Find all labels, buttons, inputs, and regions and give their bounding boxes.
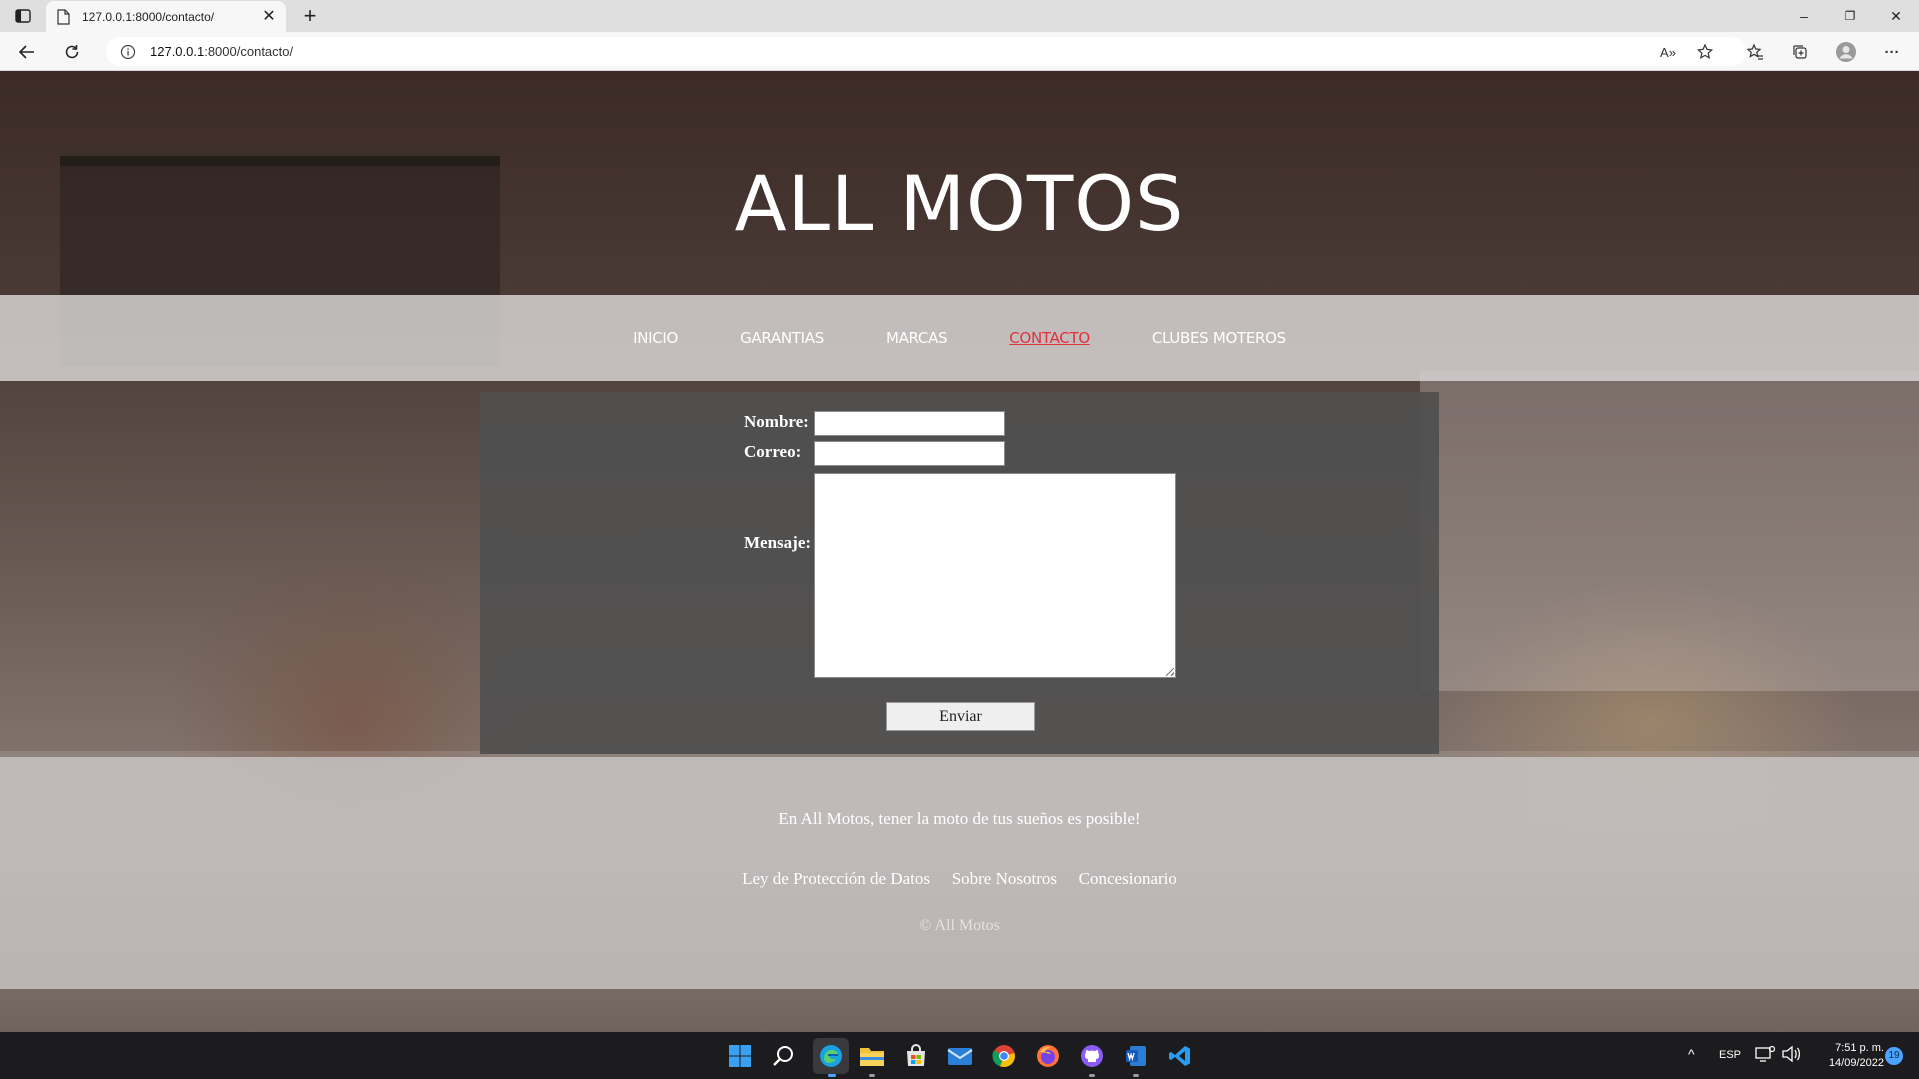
taskbar: ^ ESP 7:51 p. m. 14/09/2022 19 [0,1032,1919,1079]
message-textarea[interactable] [814,473,1176,678]
link-concesionario[interactable]: Concesionario [1079,869,1177,888]
footer-links: Ley de Protección de Datos · Sobre Nosotro… [0,869,1919,889]
footer-slogan: En All Motos, tener la moto de tus sueño… [778,809,1141,828]
clock-date[interactable]: 14/09/2022 [1808,1057,1884,1069]
email-input[interactable] [814,441,1005,466]
contact-form: Nombre: Correo: Mensaje: Enviar [480,392,1439,754]
profile-icon[interactable] [1834,40,1858,64]
start-icon[interactable] [725,1041,755,1071]
browser-tab-bar: 127.0.0.1:8000/contacto/ ✕ + – ❐ ✕ [0,0,1919,32]
search-icon[interactable] [769,1041,799,1071]
store-icon[interactable] [901,1041,931,1071]
edge-icon[interactable] [813,1038,849,1077]
github-desktop-icon[interactable] [1077,1041,1107,1077]
nav-marcas[interactable]: MARCAS [886,329,948,347]
sidebar-icon[interactable] [14,7,32,25]
nav-garantias[interactable]: GARANTIAS [740,329,824,347]
running-indicator [1133,1074,1139,1077]
vscode-icon[interactable] [1165,1041,1195,1071]
volume-icon[interactable] [1780,1042,1802,1066]
close-window-button[interactable]: ✕ [1873,0,1919,32]
active-indicator [828,1074,836,1077]
link-sobre-nosotros[interactable]: Sobre Nosotros [952,869,1057,888]
page-icon [56,8,70,25]
link-separator: · [1065,869,1071,888]
name-input[interactable] [814,411,1005,436]
nav-inicio[interactable]: INICIO [633,329,678,347]
link-proteccion-datos[interactable]: Ley de Protección de Datos [742,869,930,888]
submit-button[interactable]: Enviar [886,702,1035,731]
collections-icon[interactable] [1788,40,1812,64]
read-aloud-icon[interactable]: A» [1656,40,1680,64]
site-header: ALL MOTOS [0,71,1919,295]
new-tab-button[interactable]: + [296,3,324,29]
info-icon[interactable] [120,44,136,60]
mail-icon[interactable] [945,1041,975,1071]
language-indicator[interactable]: ESP [1719,1049,1741,1061]
link-separator: · [938,869,944,888]
file-explorer-icon[interactable] [857,1041,887,1077]
add-favorite-icon[interactable] [1693,40,1717,64]
minimize-button[interactable]: – [1781,0,1827,32]
chrome-icon[interactable] [989,1041,1019,1071]
url-text: 127.0.0.1:8000/contacto/ [150,44,293,59]
more-icon[interactable]: ··· [1880,40,1904,64]
firefox-icon[interactable] [1033,1041,1063,1071]
close-tab-icon[interactable]: ✕ [262,8,276,24]
address-bar-row: 127.0.0.1:8000/contacto/ A» ··· [0,32,1919,71]
browser-tab[interactable]: 127.0.0.1:8000/contacto/ ✕ [46,1,286,32]
word-icon[interactable] [1121,1041,1151,1077]
url-field[interactable]: 127.0.0.1:8000/contacto/ [106,37,1746,66]
favorites-icon[interactable] [1743,40,1767,64]
page-viewport: ALL MOTOS INICIO GARANTIAS MARCAS CONTAC… [0,71,1919,1032]
running-indicator [869,1074,875,1077]
url-path: :8000/contacto/ [204,44,294,59]
restore-button[interactable]: ❐ [1827,0,1873,32]
notification-badge[interactable]: 19 [1885,1047,1903,1065]
clock-time[interactable]: 7:51 p. m. [1808,1042,1884,1054]
tray-chevron-icon[interactable]: ^ [1688,1046,1695,1062]
refresh-icon[interactable] [59,39,85,65]
site-footer: En All Motos, tener la moto de tus sueño… [0,757,1919,989]
site-title: ALL MOTOS [734,158,1185,248]
resize-handle[interactable] [1166,668,1174,676]
message-label: Mensaje: [744,533,812,552]
nav-clubes-moteros[interactable]: CLUBES MOTEROS [1152,329,1286,347]
network-icon[interactable] [1754,1042,1776,1066]
url-host: 127.0.0.1 [150,44,205,59]
running-indicator [1089,1074,1095,1077]
background-wall [1420,371,1919,691]
email-label: Correo: [744,442,802,461]
main-nav: INICIO GARANTIAS MARCAS CONTACTO CLUBES … [0,295,1919,381]
back-icon[interactable] [14,39,40,65]
tab-title: 127.0.0.1:8000/contacto/ [82,9,215,24]
name-label: Nombre: [744,412,809,431]
nav-contacto[interactable]: CONTACTO [1009,329,1090,347]
copyright: © All Motos [919,917,1000,934]
